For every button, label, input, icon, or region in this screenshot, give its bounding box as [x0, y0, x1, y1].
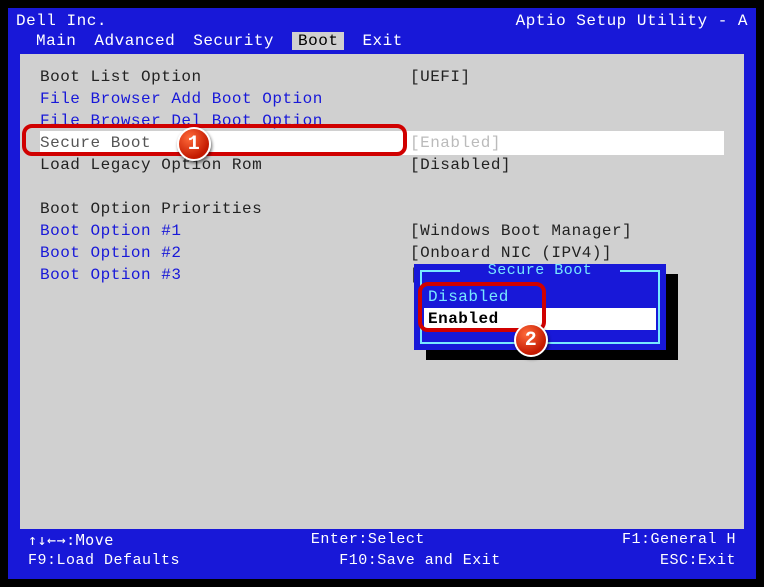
boot-option-1-value: [Windows Boot Manager]: [410, 222, 632, 240]
file-browser-del-label: File Browser Del Boot Option: [40, 112, 410, 130]
priorities-header-label: Boot Option Priorities: [40, 200, 410, 218]
bios-screen: Dell Inc. Aptio Setup Utility - A Main A…: [8, 8, 756, 579]
help-general: F1:General H: [622, 531, 736, 552]
tab-boot[interactable]: Boot: [292, 32, 344, 50]
row-boot-option-2[interactable]: Boot Option #2 [Onboard NIC (IPV4)]: [40, 242, 724, 264]
boot-option-2-value: [Onboard NIC (IPV4)]: [410, 244, 612, 262]
footer-help-bar: ↑↓←→:Move Enter:Select F1:General H F9:L…: [8, 529, 756, 579]
help-move: ↑↓←→:Move: [28, 531, 114, 552]
content-panel: Boot List Option [UEFI] File Browser Add…: [20, 54, 744, 534]
legacy-rom-value: [Disabled]: [410, 156, 511, 174]
secure-boot-label: Secure Boot: [40, 134, 410, 152]
boot-option-1-label: Boot Option #1: [40, 222, 410, 240]
popup-title: Secure Boot: [414, 262, 666, 279]
tab-security[interactable]: Security: [193, 32, 274, 50]
file-browser-add-label: File Browser Add Boot Option: [40, 90, 410, 108]
row-legacy-option-rom[interactable]: Load Legacy Option Rom [Disabled]: [40, 154, 724, 176]
tab-advanced[interactable]: Advanced: [94, 32, 175, 50]
help-select: Enter:Select: [311, 531, 425, 552]
row-priorities-header: Boot Option Priorities: [40, 198, 724, 220]
boot-list-option-value: [UEFI]: [410, 68, 471, 86]
help-defaults: F9:Load Defaults: [28, 552, 180, 573]
annotation-badge-1: 1: [177, 127, 211, 161]
help-exit: ESC:Exit: [660, 552, 736, 573]
row-file-browser-add[interactable]: File Browser Add Boot Option: [40, 88, 724, 110]
boot-list-option-label: Boot List Option: [40, 68, 410, 86]
help-save: F10:Save and Exit: [339, 552, 501, 573]
tab-exit[interactable]: Exit: [362, 32, 402, 50]
tab-bar: Main Advanced Security Boot Exit: [8, 32, 756, 54]
popup-option-disabled[interactable]: Disabled: [414, 286, 666, 308]
bios-header: Dell Inc. Aptio Setup Utility - A: [8, 8, 756, 32]
row-secure-boot[interactable]: Secure Boot [Enabled]: [40, 132, 724, 154]
vendor-label: Dell Inc.: [16, 12, 107, 30]
boot-option-3-label: Boot Option #3: [40, 266, 410, 284]
row-boot-list-option[interactable]: Boot List Option [UEFI]: [40, 66, 724, 88]
row-boot-option-1[interactable]: Boot Option #1 [Windows Boot Manager]: [40, 220, 724, 242]
secure-boot-value: [Enabled]: [410, 134, 501, 152]
annotation-badge-2: 2: [514, 323, 548, 357]
boot-option-2-label: Boot Option #2: [40, 244, 410, 262]
row-file-browser-del[interactable]: File Browser Del Boot Option: [40, 110, 724, 132]
legacy-rom-label: Load Legacy Option Rom: [40, 156, 410, 174]
tab-main[interactable]: Main: [36, 32, 76, 50]
row-spacer: [40, 176, 724, 198]
utility-label: Aptio Setup Utility - A: [516, 12, 748, 30]
